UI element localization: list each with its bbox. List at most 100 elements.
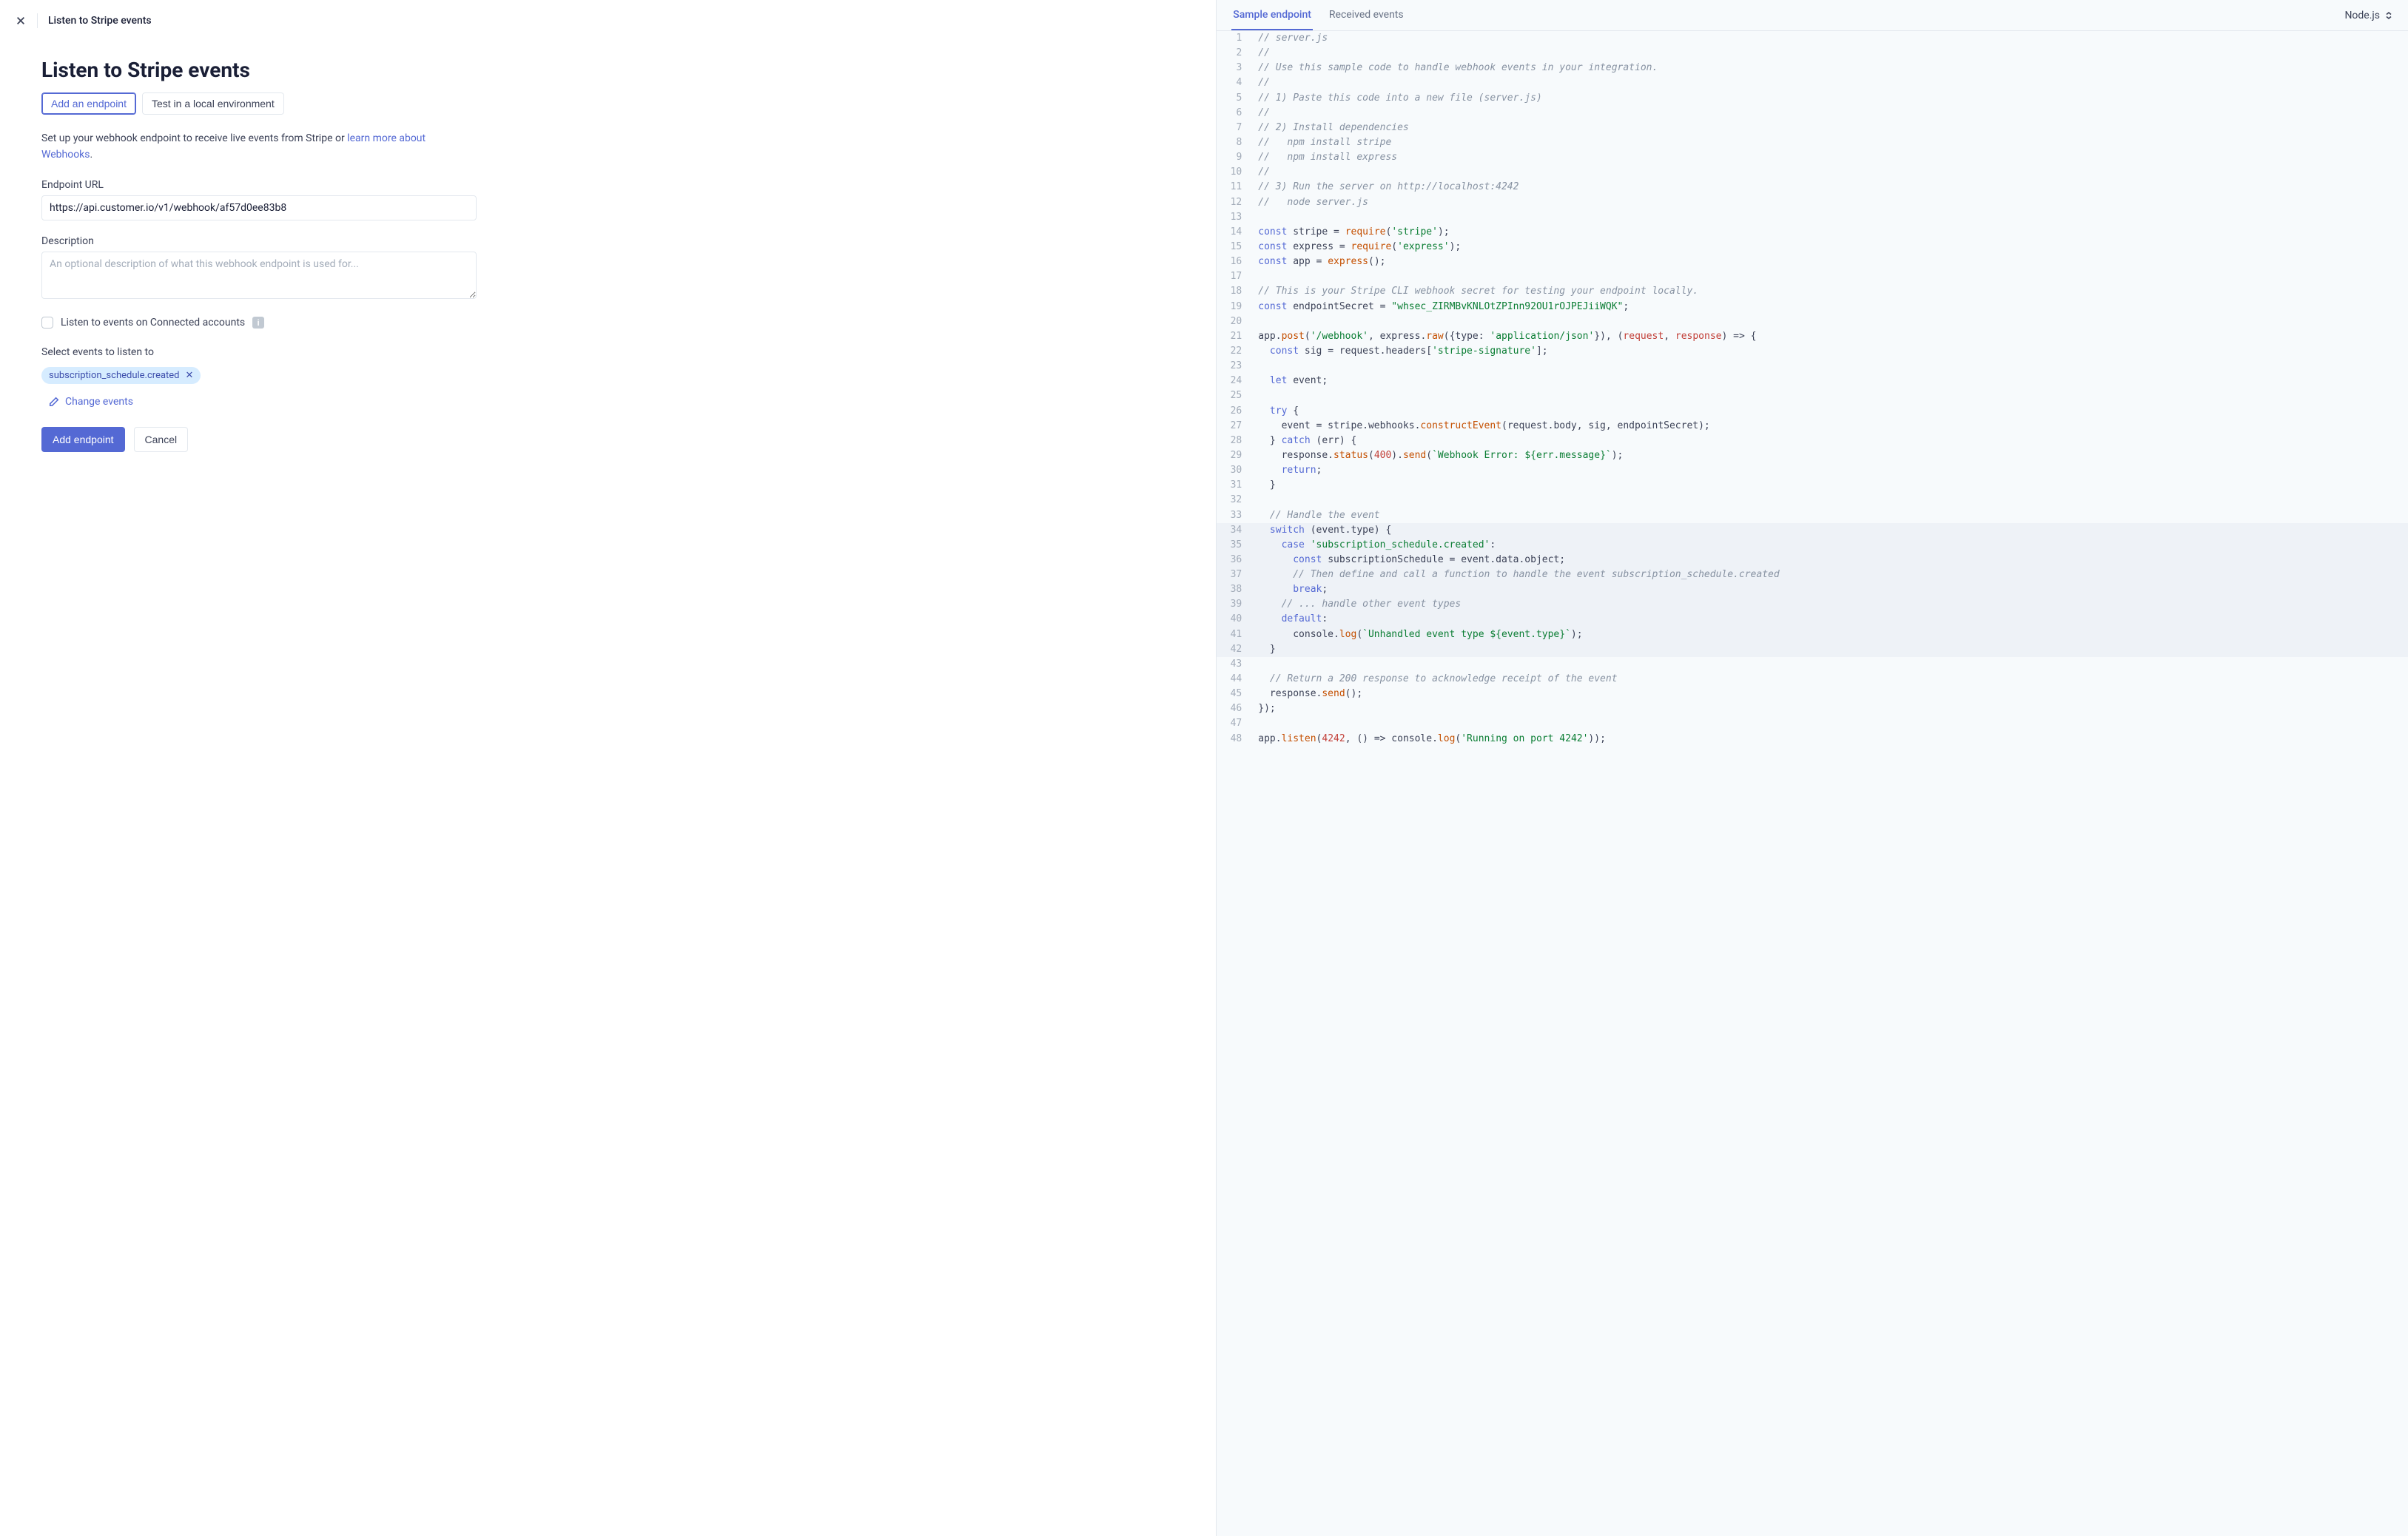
line-number: 34 xyxy=(1217,523,1251,538)
intro-text: Set up your webhook endpoint to receive … xyxy=(41,131,477,163)
line-number: 35 xyxy=(1217,538,1251,553)
line-number: 44 xyxy=(1217,672,1251,687)
code-line: 35 case 'subscription_schedule.created': xyxy=(1217,538,2408,553)
language-selector[interactable]: Node.js xyxy=(2344,10,2393,21)
line-content: response.send(); xyxy=(1251,687,2408,701)
code-line: 10// xyxy=(1217,165,2408,180)
code-line: 32 xyxy=(1217,493,2408,508)
line-content: const endpointSecret = "whsec_ZIRMBvKNLO… xyxy=(1251,300,2408,314)
line-content: // 3) Run the server on http://localhost… xyxy=(1251,180,2408,195)
code-line: 1// server.js xyxy=(1217,31,2408,46)
code-line: 22 const sig = request.headers['stripe-s… xyxy=(1217,344,2408,359)
line-number: 30 xyxy=(1217,463,1251,478)
code-line: 28 } catch (err) { xyxy=(1217,434,2408,448)
endpoint-url-input[interactable] xyxy=(41,195,477,220)
line-content: // npm install express xyxy=(1251,150,2408,165)
code-line: 43 xyxy=(1217,657,2408,672)
tab-add-endpoint[interactable]: Add an endpoint xyxy=(41,92,136,115)
tab-sample-endpoint[interactable]: Sample endpoint xyxy=(1231,0,1313,30)
line-content: // This is your Stripe CLI webhook secre… xyxy=(1251,284,2408,299)
code-line: 37 // Then define and call a function to… xyxy=(1217,567,2408,582)
code-line: 14const stripe = require('stripe'); xyxy=(1217,225,2408,240)
language-label: Node.js xyxy=(2344,10,2380,21)
line-number: 4 xyxy=(1217,75,1251,90)
mode-tabs: Add an endpoint Test in a local environm… xyxy=(41,92,477,115)
line-content: const subscriptionSchedule = event.data.… xyxy=(1251,553,2408,567)
line-number: 37 xyxy=(1217,567,1251,582)
line-content: // xyxy=(1251,46,2408,61)
intro-suffix: . xyxy=(90,149,93,161)
line-content: switch (event.type) { xyxy=(1251,523,2408,538)
description-input[interactable] xyxy=(41,252,477,299)
code-line: 5// 1) Paste this code into a new file (… xyxy=(1217,91,2408,106)
connected-accounts-checkbox[interactable] xyxy=(41,317,53,329)
line-content: const express = require('express'); xyxy=(1251,240,2408,255)
line-number: 11 xyxy=(1217,180,1251,195)
line-number: 28 xyxy=(1217,434,1251,448)
line-content: break; xyxy=(1251,582,2408,597)
line-content: // xyxy=(1251,165,2408,180)
line-number: 5 xyxy=(1217,91,1251,106)
line-number: 21 xyxy=(1217,329,1251,344)
line-content: default: xyxy=(1251,612,2408,627)
line-number: 42 xyxy=(1217,642,1251,657)
line-content: response.status(400).send(`Webhook Error… xyxy=(1251,448,2408,463)
code-line: 27 event = stripe.webhooks.constructEven… xyxy=(1217,419,2408,434)
line-content: app.post('/webhook', express.raw({type: … xyxy=(1251,329,2408,344)
code-line: 30 return; xyxy=(1217,463,2408,478)
code-line: 4// xyxy=(1217,75,2408,90)
line-content: // Handle the event xyxy=(1251,508,2408,523)
left-header: Listen to Stripe events xyxy=(0,0,1216,37)
code-line: 20 xyxy=(1217,314,2408,329)
code-line: 47 xyxy=(1217,716,2408,731)
line-content xyxy=(1251,493,2408,508)
line-number: 39 xyxy=(1217,597,1251,612)
close-icon[interactable] xyxy=(15,15,27,27)
line-number: 46 xyxy=(1217,701,1251,716)
info-icon[interactable]: i xyxy=(252,317,264,329)
line-content: case 'subscription_schedule.created': xyxy=(1251,538,2408,553)
line-number: 47 xyxy=(1217,716,1251,731)
add-endpoint-button[interactable]: Add endpoint xyxy=(41,427,125,452)
line-content: // ... handle other event types xyxy=(1251,597,2408,612)
line-number: 6 xyxy=(1217,106,1251,121)
code-viewer[interactable]: 1// server.js2//3// Use this sample code… xyxy=(1217,31,2408,1536)
line-content: const app = express(); xyxy=(1251,255,2408,269)
line-content xyxy=(1251,657,2408,672)
line-number: 41 xyxy=(1217,627,1251,642)
code-line: 17 xyxy=(1217,269,2408,284)
line-number: 3 xyxy=(1217,61,1251,75)
change-events-button[interactable]: Change events xyxy=(41,391,477,422)
line-number: 7 xyxy=(1217,121,1251,135)
code-line: 29 response.status(400).send(`Webhook Er… xyxy=(1217,448,2408,463)
code-line: 24 let event; xyxy=(1217,374,2408,388)
code-line: 42 } xyxy=(1217,642,2408,657)
line-content: // Use this sample code to handle webhoo… xyxy=(1251,61,2408,75)
remove-event-icon[interactable]: ✕ xyxy=(186,370,194,381)
line-number: 12 xyxy=(1217,195,1251,210)
line-content xyxy=(1251,388,2408,403)
line-content xyxy=(1251,716,2408,731)
line-number: 20 xyxy=(1217,314,1251,329)
tab-test-local[interactable]: Test in a local environment xyxy=(142,92,284,115)
line-number: 32 xyxy=(1217,493,1251,508)
line-number: 18 xyxy=(1217,284,1251,299)
code-line: 46}); xyxy=(1217,701,2408,716)
header-divider xyxy=(37,13,38,28)
tab-received-events[interactable]: Received events xyxy=(1328,0,1405,30)
code-line: 36 const subscriptionSchedule = event.da… xyxy=(1217,553,2408,567)
code-line: 40 default: xyxy=(1217,612,2408,627)
line-content xyxy=(1251,359,2408,374)
code-line: 48app.listen(4242, () => console.log('Ru… xyxy=(1217,732,2408,747)
code-line: 25 xyxy=(1217,388,2408,403)
code-line: 41 console.log(`Unhandled event type ${e… xyxy=(1217,627,2408,642)
cancel-button[interactable]: Cancel xyxy=(134,427,189,452)
line-number: 8 xyxy=(1217,135,1251,150)
line-content xyxy=(1251,314,2408,329)
line-content: app.listen(4242, () => console.log('Runn… xyxy=(1251,732,2408,747)
line-number: 13 xyxy=(1217,210,1251,225)
line-content: // 1) Paste this code into a new file (s… xyxy=(1251,91,2408,106)
code-line: 38 break; xyxy=(1217,582,2408,597)
code-line: 3// Use this sample code to handle webho… xyxy=(1217,61,2408,75)
line-number: 1 xyxy=(1217,31,1251,46)
